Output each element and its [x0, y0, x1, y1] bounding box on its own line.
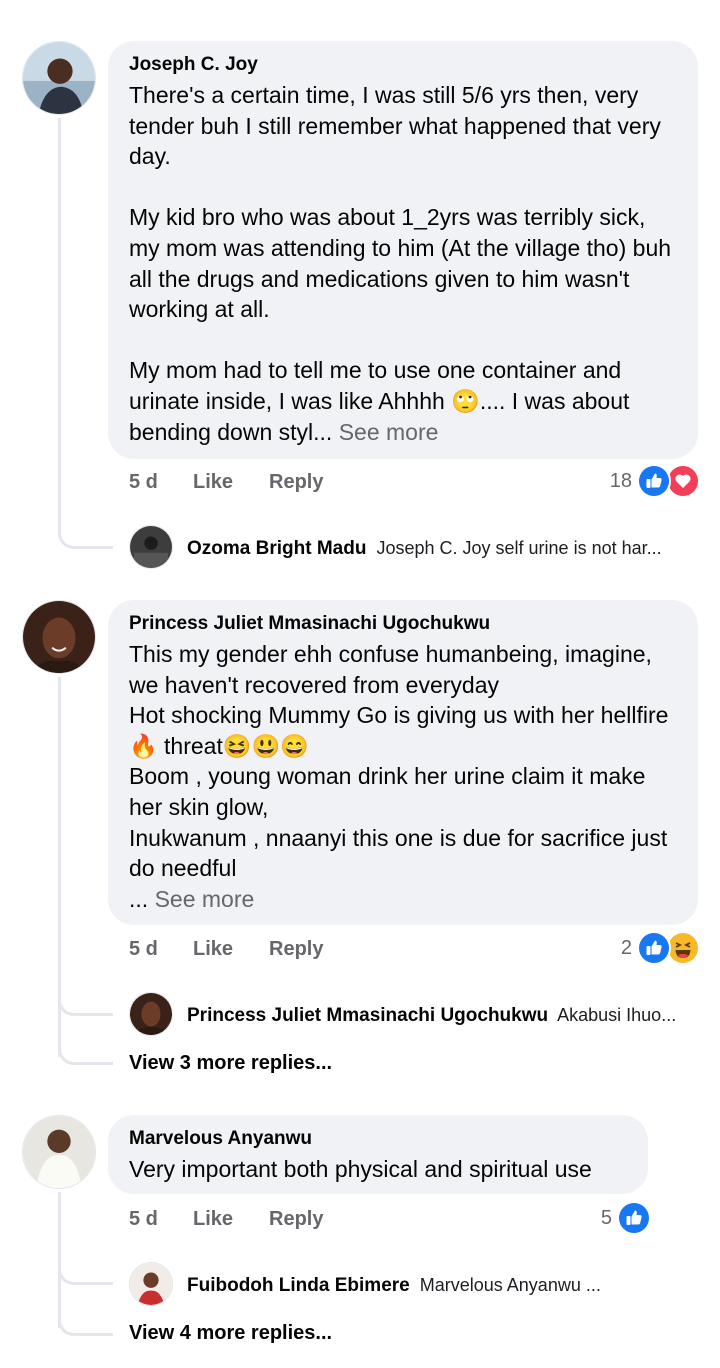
avatar-joseph[interactable] [22, 41, 96, 115]
reply-button[interactable]: Reply [269, 471, 323, 494]
comment-text: This my gender ehh confuse humanbeing, i… [129, 641, 669, 912]
haha-icon [666, 931, 700, 965]
like-button[interactable]: Like [193, 1208, 233, 1231]
timestamp: 5 d [129, 1208, 158, 1230]
comment-author[interactable]: Joseph C. Joy [129, 53, 676, 77]
reply-text: Akabusi Ihuo... [557, 1005, 677, 1025]
comment-bubble: Marvelous Anyanwu Very important both ph… [108, 1115, 648, 1194]
reaction-count[interactable]: 5 [580, 1207, 612, 1230]
thread-curve [58, 1246, 113, 1285]
love-icon [666, 464, 700, 498]
thread-line [58, 118, 61, 522]
avatar-ozoma[interactable] [129, 525, 173, 569]
view-more-replies-link[interactable]: View 3 more replies... [129, 1052, 332, 1075]
comment-bubble: Princess Juliet Mmasinachi Ugochukwu Thi… [108, 600, 698, 925]
like-icon [617, 1201, 651, 1235]
avatar-fuibodoh[interactable] [129, 1262, 173, 1306]
avatar-princess[interactable] [22, 600, 96, 674]
like-button[interactable]: Like [193, 938, 233, 961]
like-icon [637, 464, 671, 498]
comment-text: Very important both physical and spiritu… [129, 1156, 592, 1182]
comment-bubble: Joseph C. Joy There's a certain time, I … [108, 41, 698, 459]
avatar-marvelous[interactable] [22, 1115, 96, 1189]
timestamp: 5 d [129, 471, 158, 493]
reply-preview[interactable]: Ozoma Bright Madu Joseph C. Joy self uri… [187, 536, 690, 561]
reply-text: Marvelous Anyanwu ... [419, 1275, 601, 1295]
reaction-count[interactable]: 18 [590, 470, 632, 493]
see-more-link[interactable]: See more [148, 886, 255, 912]
reply-author[interactable]: Fuibodoh Linda Ebimere [187, 1275, 410, 1296]
thread-curve [58, 977, 113, 1016]
thread-curve [58, 510, 113, 549]
reply-author[interactable]: Ozoma Bright Madu [187, 538, 366, 559]
like-icon [637, 931, 671, 965]
reaction-count[interactable]: 2 [600, 937, 632, 960]
thread-curve [58, 1297, 113, 1336]
see-more-link[interactable]: See more [332, 419, 439, 445]
view-more-replies-link[interactable]: View 4 more replies... [129, 1322, 332, 1345]
timestamp: 5 d [129, 938, 158, 960]
thread-curve [58, 1026, 113, 1065]
comment-author[interactable]: Marvelous Anyanwu [129, 1127, 626, 1151]
reply-text: Joseph C. Joy self urine is not har... [376, 538, 662, 558]
avatar-princess-reply[interactable] [129, 992, 173, 1036]
comment-author[interactable]: Princess Juliet Mmasinachi Ugochukwu [129, 612, 676, 636]
reply-button[interactable]: Reply [269, 938, 323, 961]
reply-button[interactable]: Reply [269, 1208, 323, 1231]
reply-preview[interactable]: Princess Juliet Mmasinachi Ugochukwu Aka… [187, 1003, 690, 1028]
like-button[interactable]: Like [193, 471, 233, 494]
comment-text: There's a certain time, I was still 5/6 … [129, 82, 672, 445]
reply-preview[interactable]: Fuibodoh Linda Ebimere Marvelous Anyanwu… [187, 1273, 690, 1298]
reply-author[interactable]: Princess Juliet Mmasinachi Ugochukwu [187, 1005, 548, 1026]
